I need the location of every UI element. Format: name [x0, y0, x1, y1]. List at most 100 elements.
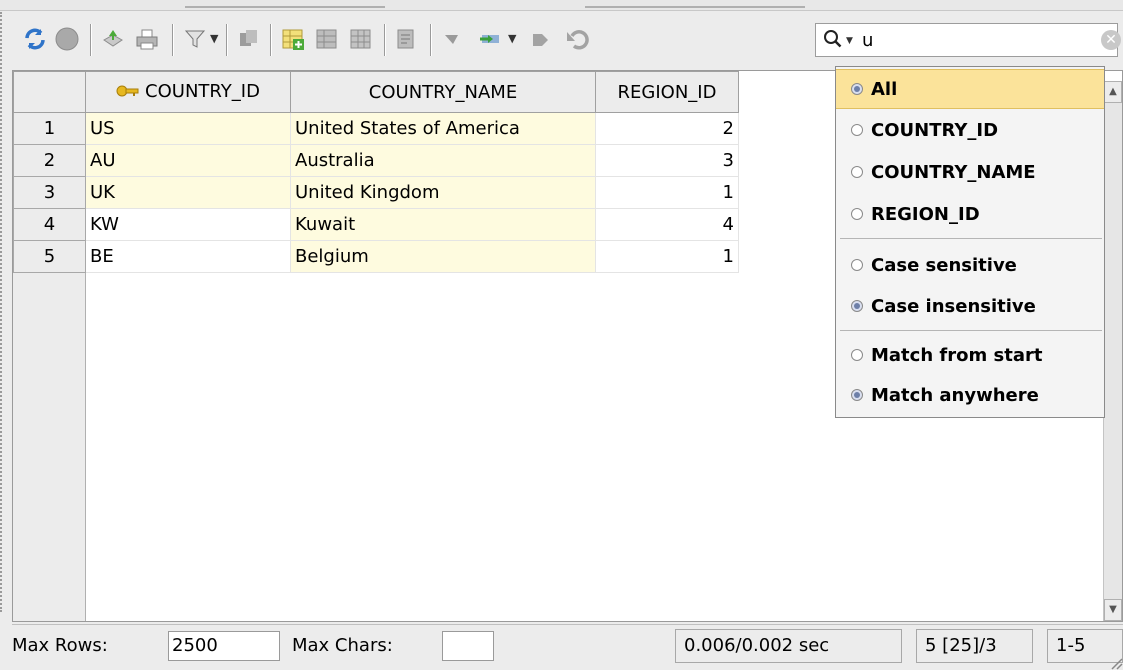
save-icon[interactable] [98, 24, 128, 54]
filter-icon[interactable] [180, 24, 210, 54]
radio-icon [851, 124, 863, 136]
column-header-label: COUNTRY_ID [145, 81, 260, 103]
corner-header[interactable] [13, 71, 86, 113]
menu-item-case-insensitive[interactable]: Case insensitive [836, 286, 1104, 326]
menu-item-all[interactable]: All [836, 69, 1104, 109]
max-chars-input[interactable] [442, 631, 494, 661]
menu-item-label: Case sensitive [871, 254, 1017, 276]
radio-selected-icon [851, 389, 863, 401]
search-icon[interactable] [822, 28, 844, 55]
menu-item-case-sensitive[interactable]: Case sensitive [836, 245, 1104, 285]
menu-item-region-id[interactable]: REGION_ID [836, 194, 1104, 234]
commit-icon[interactable] [438, 24, 468, 54]
row-number[interactable]: 5 [13, 240, 86, 273]
add-row-icon[interactable] [278, 24, 308, 54]
grid-icon[interactable] [346, 24, 376, 54]
toolbar-separator [430, 24, 432, 56]
timing-display: 0.006/0.002 sec [675, 629, 902, 663]
radio-icon [851, 259, 863, 271]
refresh-icon[interactable] [20, 24, 50, 54]
radio-selected-icon [851, 83, 863, 95]
scroll-up-icon[interactable]: ▲ [1104, 81, 1122, 103]
row-number[interactable]: 1 [13, 112, 86, 145]
filter-dropdown-icon[interactable]: ▼ [210, 32, 218, 45]
window-edge [0, 12, 6, 612]
table-row[interactable]: 1 US United States of America 2 [13, 112, 739, 145]
row-number[interactable]: 4 [13, 208, 86, 241]
max-rows-label: Max Rows: [12, 635, 108, 656]
search-options-dropdown-icon[interactable]: ▼ [846, 36, 853, 46]
primary-key-icon [116, 82, 140, 103]
radio-icon [851, 166, 863, 178]
max-rows-input[interactable]: 2500 [168, 631, 280, 661]
cell-country-id[interactable]: US [85, 112, 291, 145]
column-header-country-name[interactable]: COUNTRY_NAME [290, 71, 596, 113]
menu-item-match-from-start[interactable]: Match from start [836, 335, 1104, 375]
toolbar-separator [226, 24, 228, 56]
post-dropdown-icon[interactable]: ▼ [508, 32, 516, 45]
cell-country-name[interactable]: United States of America [290, 112, 596, 145]
menu-item-country-name[interactable]: COUNTRY_NAME [836, 152, 1104, 192]
max-chars-label: Max Chars: [292, 635, 393, 656]
cell-country-id[interactable]: BE [85, 240, 291, 273]
print-icon[interactable] [132, 24, 162, 54]
column-header-label: REGION_ID [617, 81, 717, 103]
cell-country-name[interactable]: Australia [290, 144, 596, 177]
menu-separator [840, 238, 1102, 239]
search-input[interactable] [862, 28, 1092, 52]
column-header-country-id[interactable]: COUNTRY_ID [85, 71, 291, 113]
vertical-scrollbar[interactable]: ▲ ▼ [1103, 81, 1122, 621]
cell-region-id[interactable]: 1 [595, 240, 739, 273]
cell-region-id[interactable]: 1 [595, 176, 739, 209]
toolbar: ▼ ▼ [12, 18, 812, 66]
menu-item-label: COUNTRY_ID [871, 119, 999, 141]
column-header-region-id[interactable]: REGION_ID [595, 71, 739, 113]
results-table: COUNTRY_ID COUNTRY_NAME REGION_ID 1 US U… [13, 71, 739, 273]
search-options-menu: All COUNTRY_ID COUNTRY_NAME REGION_ID Ca… [835, 66, 1105, 418]
table-row[interactable]: 2 AU Australia 3 [13, 144, 739, 177]
table-row[interactable]: 5 BE Belgium 1 [13, 240, 739, 273]
menu-item-label: COUNTRY_NAME [871, 161, 1036, 183]
rollback-icon[interactable] [526, 24, 556, 54]
cell-country-name[interactable]: Kuwait [290, 208, 596, 241]
cell-country-name[interactable]: United Kingdom [290, 176, 596, 209]
clear-search-icon[interactable]: ✕ [1101, 30, 1121, 50]
toolbar-separator [270, 24, 272, 56]
stop-icon[interactable] [52, 24, 82, 54]
toolbar-separator [90, 24, 92, 56]
radio-icon [851, 208, 863, 220]
column-header-label: COUNTRY_NAME [368, 81, 518, 103]
menu-separator [840, 330, 1102, 331]
table-row[interactable]: 3 UK United Kingdom 1 [13, 176, 739, 209]
search-box[interactable]: ▼ ✕ [815, 23, 1121, 57]
menu-item-label: Case insensitive [871, 295, 1036, 317]
delete-row-icon[interactable] [312, 24, 342, 54]
edit-icon[interactable] [392, 24, 422, 54]
table-row[interactable]: 4 KW Kuwait 4 [13, 208, 739, 241]
toolbar-separator [172, 24, 174, 56]
post-icon[interactable] [476, 24, 506, 54]
cell-country-name[interactable]: Belgium [290, 240, 596, 273]
cell-region-id[interactable]: 2 [595, 112, 739, 145]
toolbar-separator [384, 24, 386, 56]
cell-country-id[interactable]: AU [85, 144, 291, 177]
row-number[interactable]: 3 [13, 176, 86, 209]
resize-grip-icon[interactable] [1109, 656, 1123, 670]
row-number[interactable]: 2 [13, 144, 86, 177]
cell-country-id[interactable]: KW [85, 208, 291, 241]
undo-icon[interactable] [562, 24, 592, 54]
cell-country-id[interactable]: UK [85, 176, 291, 209]
radio-icon [851, 349, 863, 361]
row-count-display: 5 [25]/3 [916, 629, 1033, 663]
menu-item-country-id[interactable]: COUNTRY_ID [836, 110, 1104, 150]
copy-icon[interactable] [234, 24, 264, 54]
menu-item-label: All [871, 78, 898, 100]
menu-item-label: Match anywhere [871, 384, 1039, 406]
menu-item-label: Match from start [871, 344, 1043, 366]
tab-divider [585, 0, 805, 8]
cell-region-id[interactable]: 4 [595, 208, 739, 241]
cell-region-id[interactable]: 3 [595, 144, 739, 177]
tab-strip [0, 0, 1123, 11]
menu-item-match-anywhere[interactable]: Match anywhere [836, 375, 1104, 415]
scroll-down-icon[interactable]: ▼ [1104, 599, 1122, 621]
